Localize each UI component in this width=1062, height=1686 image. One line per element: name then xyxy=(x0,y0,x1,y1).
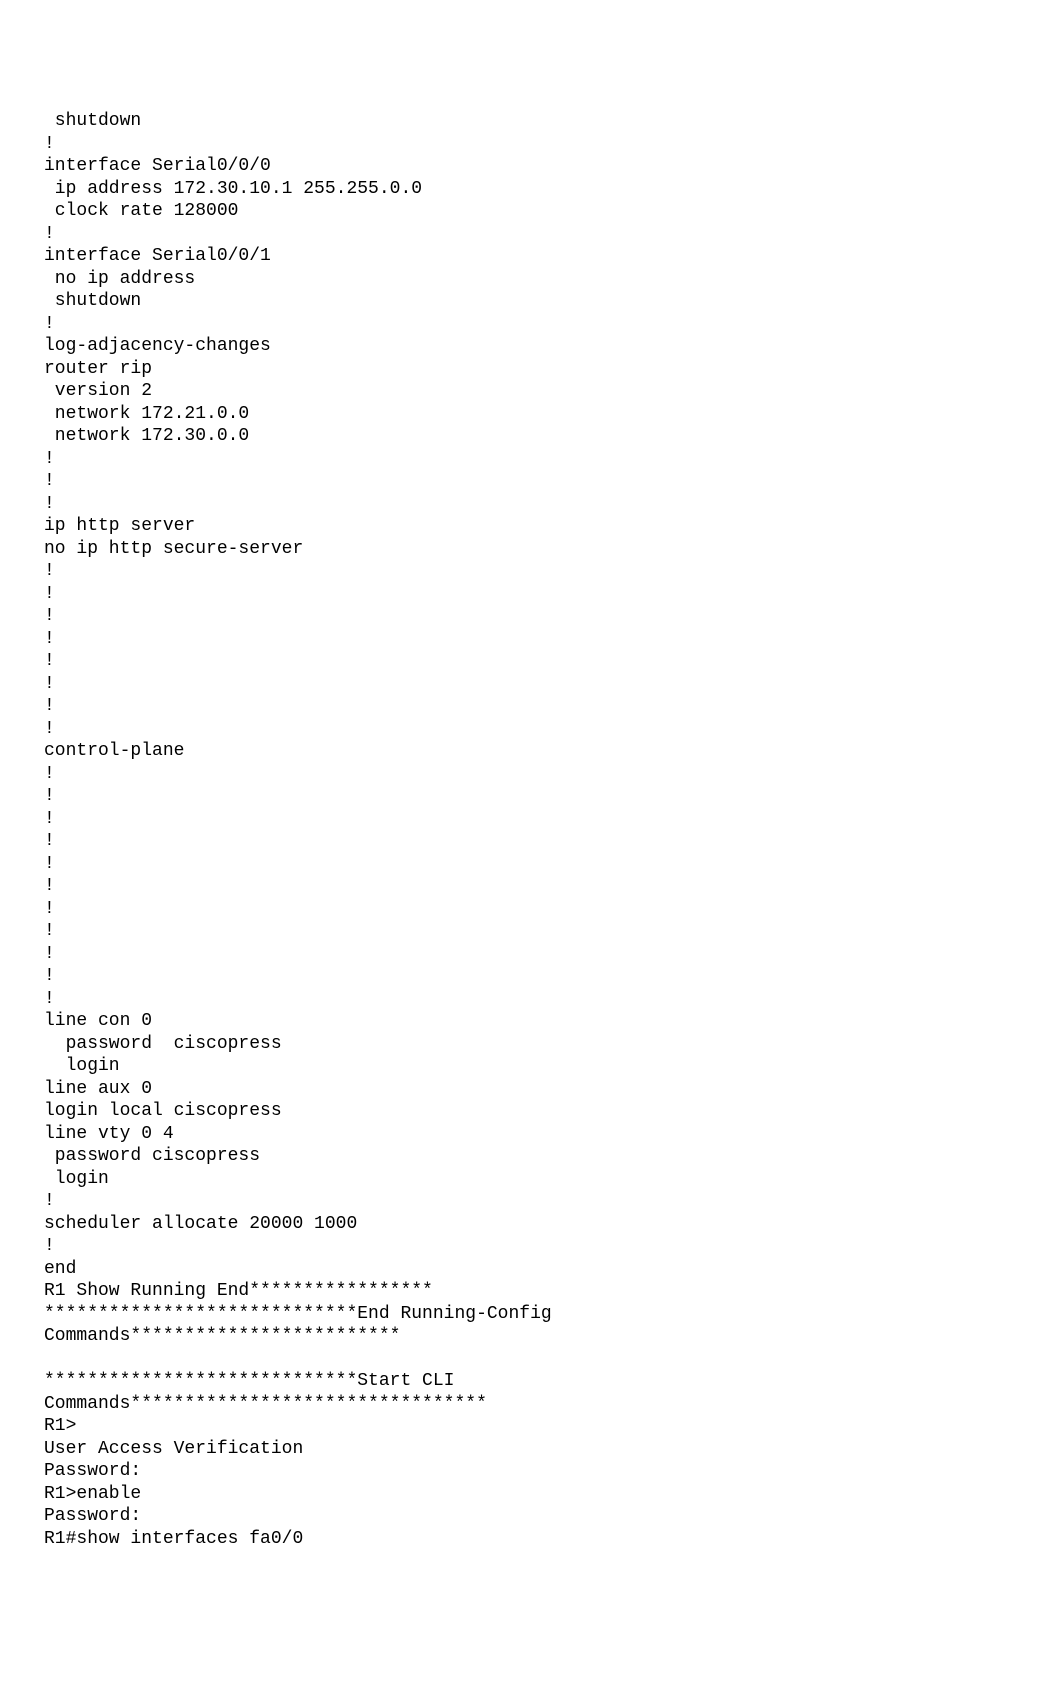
config-output: shutdown ! interface Serial0/0/0 ip addr… xyxy=(0,0,1062,1550)
